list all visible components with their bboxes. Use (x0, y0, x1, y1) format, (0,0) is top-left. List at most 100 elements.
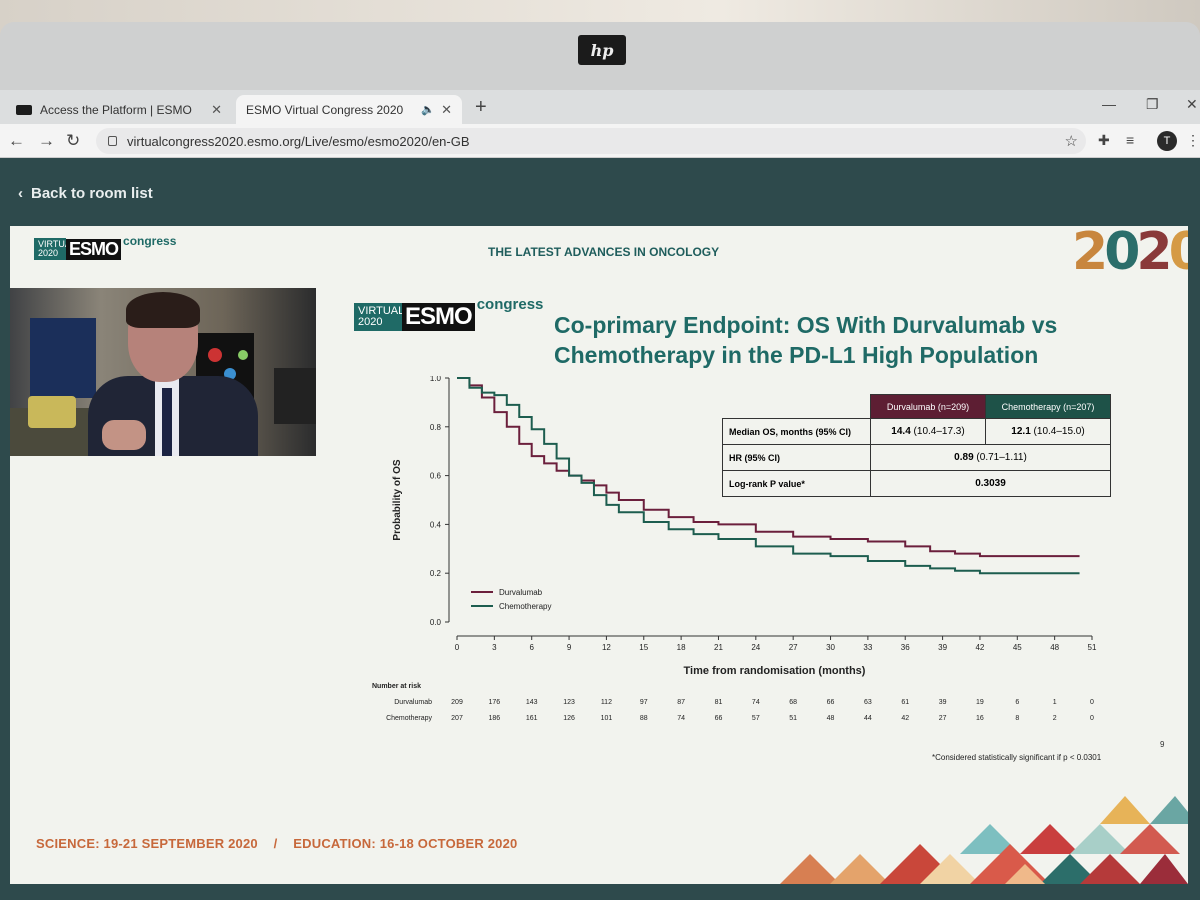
risk-count: 61 (901, 699, 909, 706)
speaker-video[interactable] (10, 288, 316, 456)
risk-count: 87 (677, 699, 685, 706)
y-tick-label: 1.0 (430, 376, 442, 383)
page-content: ‹ Back to room list VIRTUAL 2020 ESMO co… (0, 159, 1200, 900)
audio-playing-icon[interactable]: 🔈 (421, 103, 435, 116)
brand-virtual: VIRTUAL 2020 (354, 303, 404, 331)
risk-count: 101 (601, 715, 613, 722)
x-tick-label: 3 (492, 643, 497, 652)
bookmark-star-icon[interactable]: ☆ (1065, 132, 1078, 150)
x-tick-label: 51 (1088, 643, 1097, 652)
slide-title-line1: Co-primary Endpoint: OS With Durvalumab … (554, 312, 1058, 338)
window-close-icon[interactable]: ✕ (1186, 96, 1198, 113)
y-tick-label: 0.8 (430, 423, 442, 432)
x-axis-label: Time from randomisation (months) (684, 665, 866, 677)
speaker-hand (102, 420, 146, 450)
close-icon[interactable]: ✕ (211, 102, 222, 118)
legend-label: Durvalumab (499, 588, 543, 597)
table-row: Median OS, months (95% CI) 14.4 (10.4–17… (722, 418, 1111, 445)
monitor-logo: hp (578, 35, 626, 65)
risk-table-title: Number at risk (372, 683, 421, 690)
new-tab-icon[interactable]: + (475, 96, 487, 119)
lock-icon (108, 136, 117, 146)
brand-esmo: ESMO (402, 303, 475, 331)
brand-congress: congress (476, 296, 544, 313)
risk-count: 0 (1090, 715, 1094, 722)
address-bar[interactable]: virtualcongress2020.esmo.org/Live/esmo/e… (96, 128, 1086, 154)
risk-count: 39 (939, 699, 947, 706)
risk-count: 74 (677, 715, 685, 722)
minimize-icon[interactable]: — (1102, 96, 1116, 112)
footer-science: SCIENCE: 19-21 SEPTEMBER 2020 (36, 836, 258, 851)
close-icon[interactable]: ✕ (441, 102, 452, 118)
x-tick-label: 0 (455, 643, 460, 652)
esmo-congress-logo-large: VIRTUAL 2020 ESMO congress (354, 296, 543, 331)
risk-count: 66 (827, 699, 835, 706)
risk-count: 1 (1053, 699, 1057, 706)
profile-avatar[interactable]: T (1157, 131, 1177, 151)
extensions-icon[interactable]: ✚ (1098, 132, 1110, 149)
slide-title: Co-primary Endpoint: OS With Durvalumab … (554, 310, 1057, 370)
x-tick-label: 36 (901, 643, 910, 652)
reading-list-icon[interactable]: ≡ (1126, 132, 1134, 148)
footer-separator: / (273, 836, 278, 851)
col-durvalumab: Durvalumab (n=209) (870, 394, 986, 419)
tab-access-platform[interactable]: Access the Platform | ESMO ✕ (6, 95, 232, 124)
y-axis-label: Probability of OS (392, 459, 403, 540)
back-link-label: Back to room list (31, 185, 153, 202)
slide-footer: SCIENCE: 19-21 SEPTEMBER 2020 / EDUCATIO… (36, 836, 529, 851)
risk-count: 74 (752, 699, 760, 706)
forward-arrow-icon[interactable]: → (38, 131, 55, 151)
x-tick-label: 12 (602, 643, 611, 652)
risk-count: 0 (1090, 699, 1094, 706)
reload-icon[interactable]: ↻ (66, 131, 80, 151)
x-tick-label: 27 (789, 643, 798, 652)
monitor-screen: Access the Platform | ESMO ✕ ESMO Virtua… (0, 90, 1200, 900)
risk-count: 2 (1053, 715, 1057, 722)
url-text: virtualcongress2020.esmo.org/Live/esmo/e… (127, 133, 470, 149)
back-to-room-list-link[interactable]: ‹ Back to room list (18, 185, 153, 202)
row-label: HR (95% CI) (722, 444, 871, 471)
decorative-triangles (780, 796, 1188, 884)
risk-count: 209 (451, 699, 463, 706)
legend-label: Chemotherapy (499, 602, 551, 611)
back-arrow-icon[interactable]: ← (8, 131, 25, 151)
risk-count: 6 (1015, 699, 1019, 706)
chevron-left-icon: ‹ (18, 185, 23, 202)
x-tick-label: 18 (677, 643, 686, 652)
risk-count: 176 (489, 699, 501, 706)
browser-tabstrip: Access the Platform | ESMO ✕ ESMO Virtua… (0, 90, 1200, 124)
slide-headline: THE LATEST ADVANCES IN ONCOLOGY (488, 245, 720, 259)
x-tick-label: 9 (567, 643, 572, 652)
x-tick-label: 48 (1050, 643, 1059, 652)
restore-icon[interactable]: ❐ (1146, 96, 1159, 113)
os-stats-table: Durvalumab (n=209) Chemotherapy (n=207) … (722, 394, 1111, 497)
risk-count: 66 (715, 715, 723, 722)
x-tick-label: 15 (639, 643, 648, 652)
brand-esmo: ESMO (66, 239, 122, 260)
risk-count: 19 (976, 699, 984, 706)
risk-count: 126 (563, 715, 575, 722)
x-tick-label: 30 (826, 643, 835, 652)
table-row: Log-rank P value* 0.3039 (722, 470, 1111, 497)
y-tick-label: 0.2 (430, 569, 442, 578)
x-tick-label: 42 (975, 643, 984, 652)
esmo-favicon-icon (16, 104, 32, 115)
risk-count: 97 (640, 699, 648, 706)
risk-count: 8 (1015, 715, 1019, 722)
slide-page-number: 9 (1160, 740, 1165, 749)
risk-count: 44 (864, 715, 872, 722)
x-tick-label: 45 (1013, 643, 1022, 652)
x-tick-label: 21 (714, 643, 723, 652)
row-label: Median OS, months (95% CI) (722, 418, 871, 445)
risk-row-label: Chemotherapy (386, 715, 432, 722)
brand-virtual: VIRTUAL 2020 (34, 238, 76, 260)
tab-label: ESMO Virtual Congress 2020 (246, 102, 404, 117)
risk-count: 27 (939, 715, 947, 722)
col-chemotherapy: Chemotherapy (n=207) (985, 394, 1111, 419)
tab-virtual-congress[interactable]: ESMO Virtual Congress 2020 🔈 ✕ (236, 95, 462, 124)
risk-count: 81 (715, 699, 723, 706)
chart-legend: Durvalumab Chemotherapy (471, 588, 551, 611)
esmo-congress-logo: VIRTUAL 2020 ESMO congress (34, 234, 176, 260)
menu-kebab-icon[interactable]: ⋮ (1186, 132, 1200, 149)
significance-footnote: *Considered statistically significant if… (932, 753, 1102, 762)
